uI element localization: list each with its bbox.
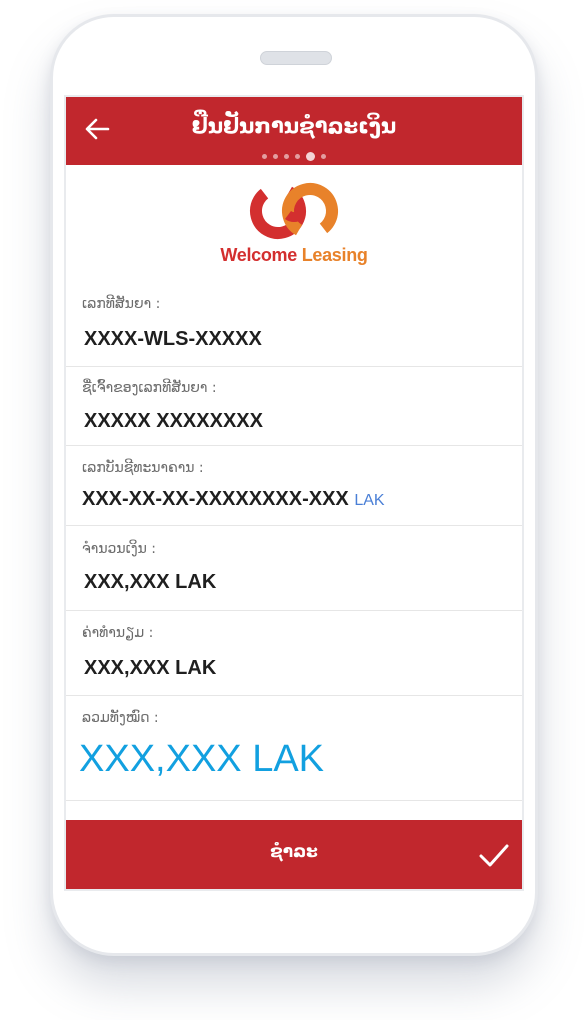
total-currency: LAK xyxy=(252,738,325,780)
welcome-leasing-logo xyxy=(250,183,338,239)
bank-account-label: ເລກບັນຊີທະນາຄານ : xyxy=(82,460,204,476)
logo-text-welcome: Welcome xyxy=(220,245,297,265)
pay-button[interactable]: ຊຳລະ xyxy=(66,820,522,889)
fee-row: ຄ່າທຳນຽມ : XXX,XXX LAK xyxy=(66,611,522,696)
bank-account-currency: LAK xyxy=(354,492,385,509)
logo-text: Welcome Leasing xyxy=(66,245,522,266)
total-value: XXX,XXX LAK xyxy=(79,738,324,781)
phone-speaker xyxy=(260,51,332,65)
pay-button-label: ຊຳລະ xyxy=(270,842,318,862)
loan-amount-value: XXX,XXX LAK xyxy=(84,571,217,593)
back-button[interactable] xyxy=(76,109,120,149)
fee-value: XXX,XXX LAK xyxy=(84,657,217,679)
arrow-left-icon xyxy=(85,118,110,140)
payment-details: ເລກທີສັນຍາ : XXXX-WLS-XXXXX ຊື່ເຈົ້າຂອງເ… xyxy=(66,282,522,801)
step-indicator xyxy=(66,151,522,161)
step-dot xyxy=(273,153,278,159)
total-label: ລວມທັງໝົດ : xyxy=(82,710,159,726)
bank-account-number: XXX-XX-XX-XXXXXXXX-XXX xyxy=(82,488,349,510)
contract-owner-value: XXXXX XXXXXXXX xyxy=(84,410,263,432)
step-dot xyxy=(295,153,300,159)
step-dot-active xyxy=(306,151,315,161)
loan-amount-row: ຈຳນວນເງິນ : XXX,XXX LAK xyxy=(66,526,522,611)
step-dot xyxy=(321,153,326,159)
contract-owner-label: ຊື່ເຈົ້າຂອງເລກທີສັນຍາ : xyxy=(82,380,217,396)
bank-account-row: ເລກບັນຊີທະນາຄານ : XXX-XX-XX-XXXXXXXX-XXX… xyxy=(66,446,522,526)
app-screen: ຢືນຢັນການຊຳລະເງິນ Welcome Leasing ເລກທີສ… xyxy=(64,95,524,891)
total-row: ລວມທັງໝົດ : XXX,XXX LAK xyxy=(66,696,522,801)
step-dot xyxy=(262,153,267,159)
contract-number-row: ເລກທີສັນຍາ : XXXX-WLS-XXXXX xyxy=(66,282,522,367)
step-dot xyxy=(284,153,289,159)
loan-amount-label: ຈຳນວນເງິນ : xyxy=(82,541,157,557)
page-title: ຢືນຢັນການຊຳລະເງິນ xyxy=(191,114,397,138)
checkmark-icon xyxy=(479,844,509,867)
contract-number-value: XXXX-WLS-XXXXX xyxy=(84,328,262,350)
total-amount: XXX,XXX xyxy=(79,738,242,780)
app-bar: ຢືນຢັນການຊຳລະເງິນ xyxy=(66,97,522,165)
fee-label: ຄ່າທຳນຽມ : xyxy=(82,625,154,641)
bank-account-value: XXX-XX-XX-XXXXXXXX-XXX LAK xyxy=(82,488,385,511)
contract-owner-row: ຊື່ເຈົ້າຂອງເລກທີສັນຍາ : XXXXX XXXXXXXX xyxy=(66,367,522,446)
company-logo: Welcome Leasing xyxy=(66,177,522,277)
logo-text-leasing: Leasing xyxy=(301,245,368,265)
contract-number-label: ເລກທີສັນຍາ : xyxy=(82,296,161,312)
